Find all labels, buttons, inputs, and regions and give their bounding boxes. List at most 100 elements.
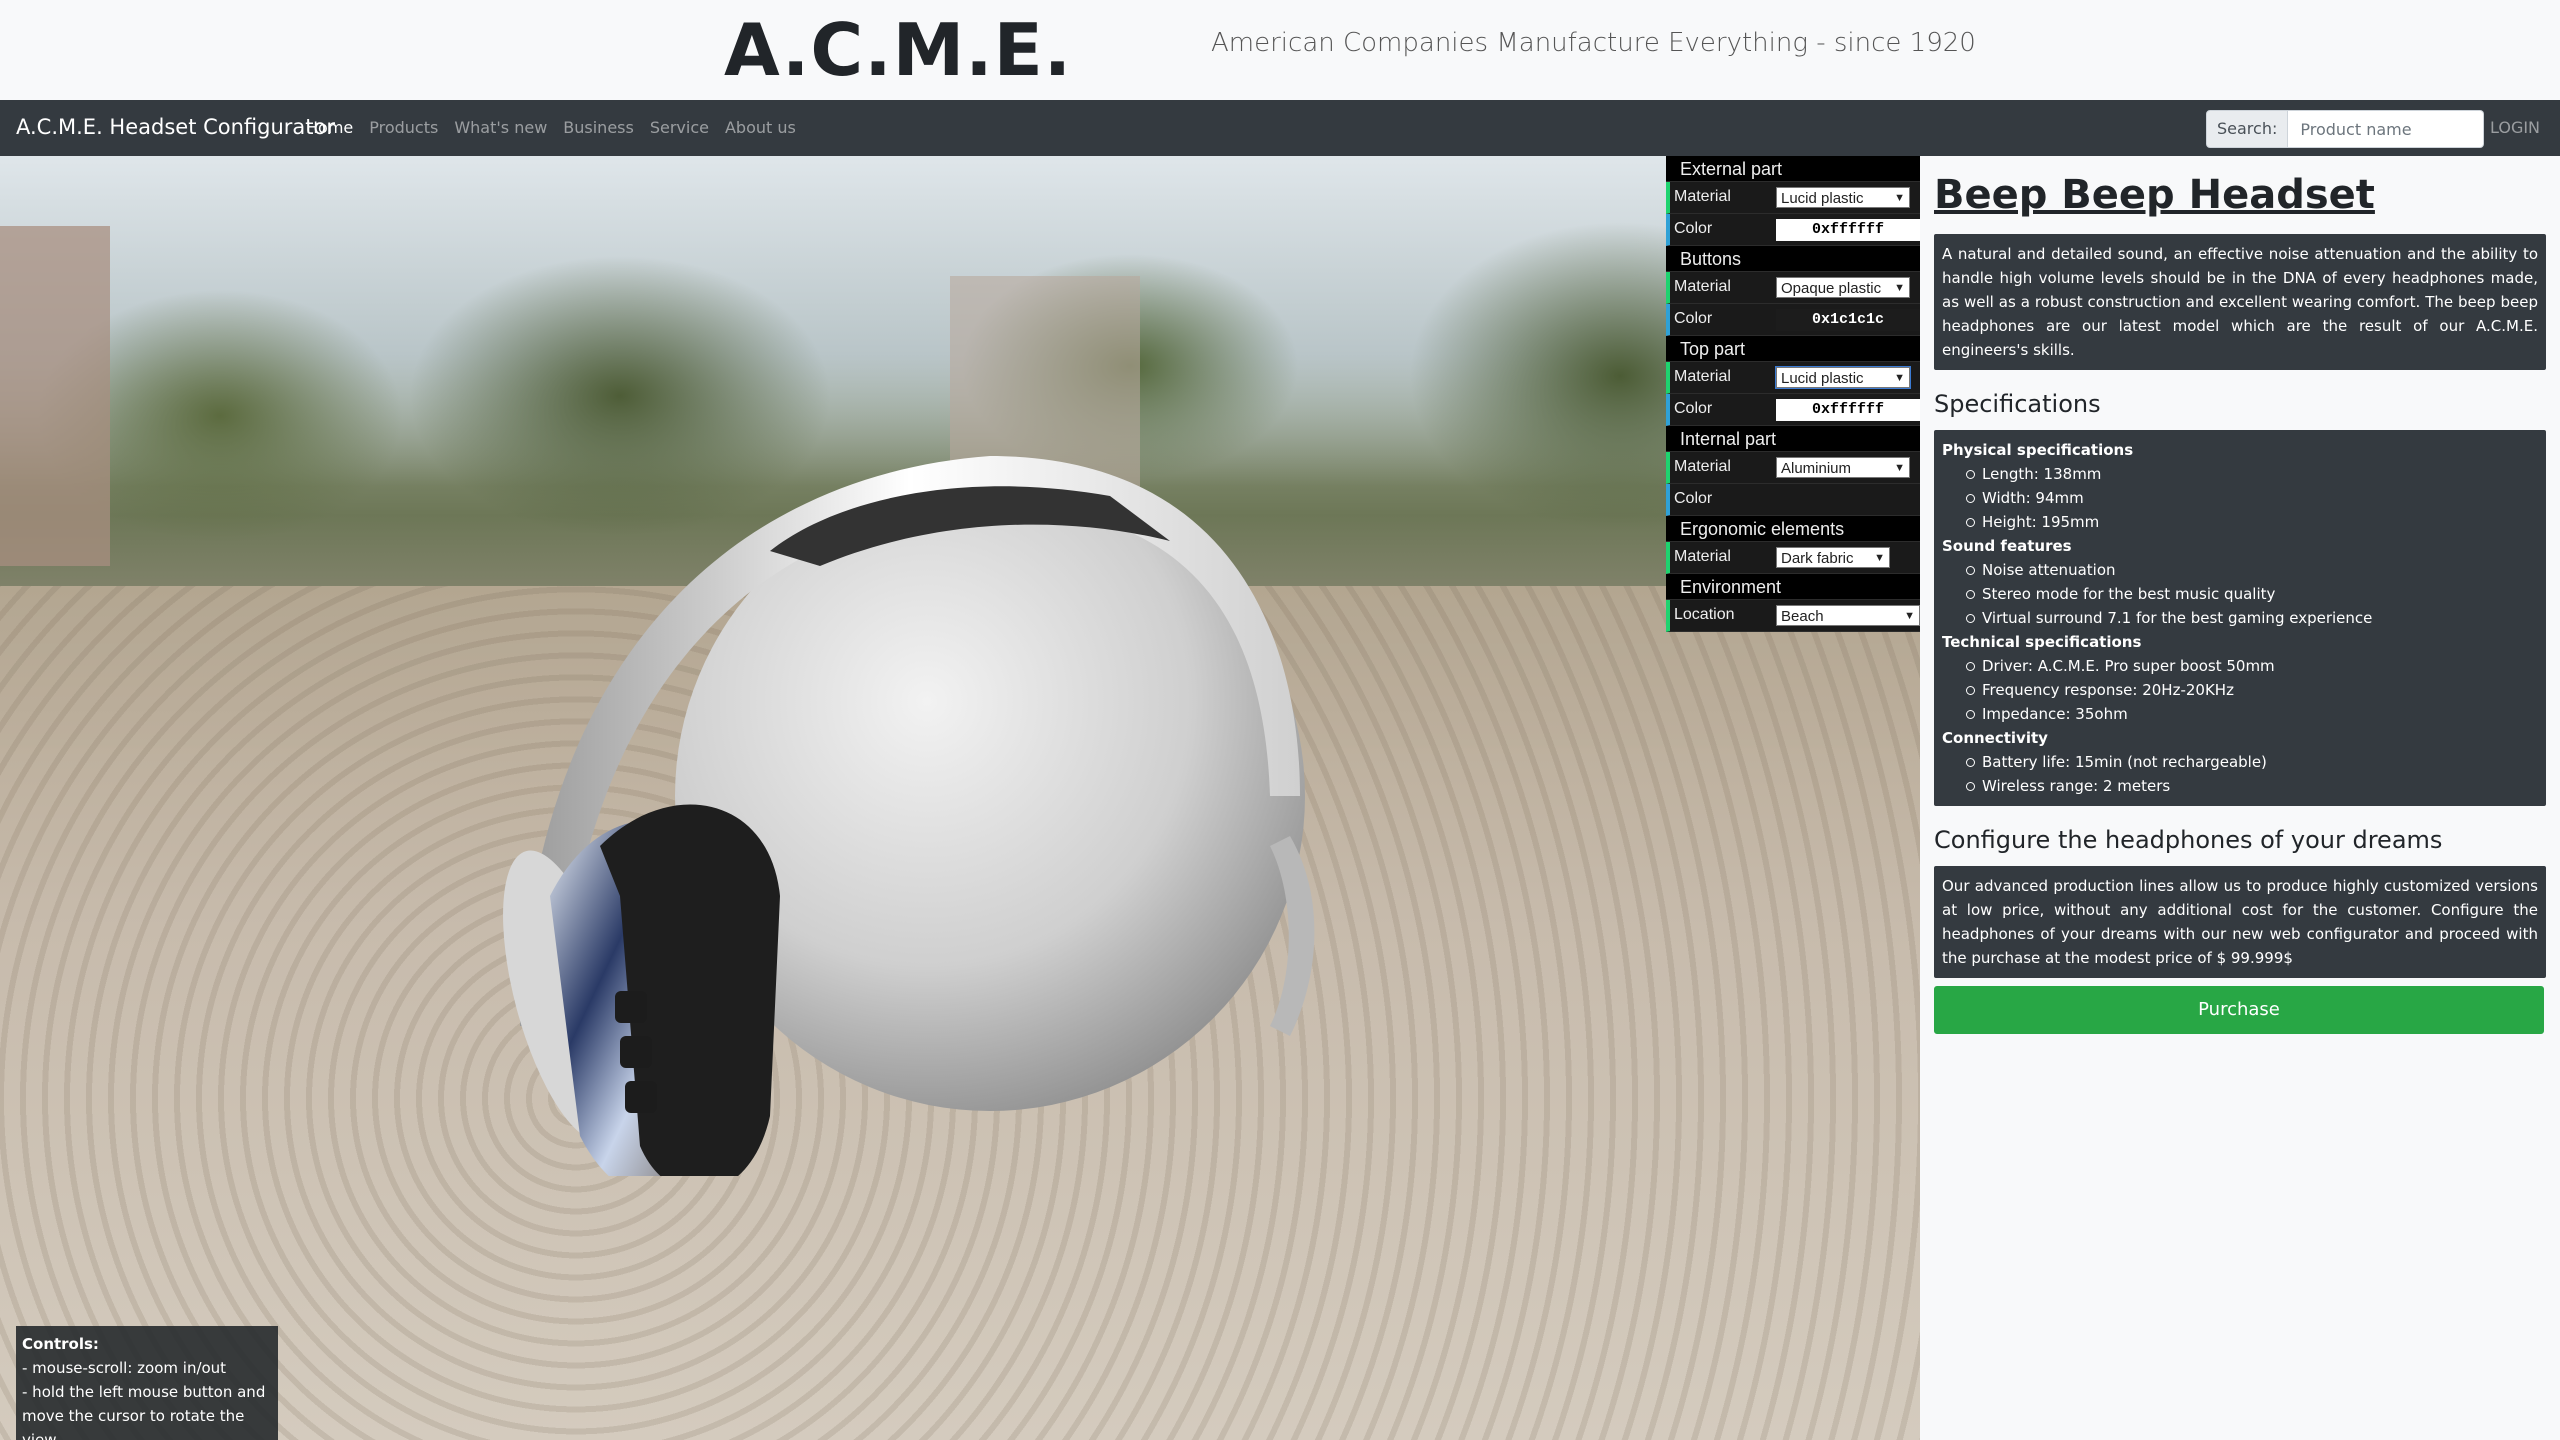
material-label: Material [1674,548,1731,565]
internal-material-row: Material Aluminium ▼ [1666,452,1920,484]
location-label: Location [1674,606,1735,623]
purchase-button[interactable]: Purchase [1934,986,2544,1034]
top-navbar: A.C.M.E. Headset Configurator Home Produ… [0,100,2560,156]
folder-buttons[interactable]: Buttons [1666,246,1920,272]
list-item: Noise attenuation [1966,558,2538,582]
color-label: Color [1674,310,1713,327]
spec-list: Length: 138mm Width: 94mm Height: 195mm [1942,462,2538,534]
configure-text: Our advanced production lines allow us t… [1934,866,2546,978]
buttons-material-select[interactable]: Opaque plastic ▼ [1776,277,1910,298]
spec-list: Battery life: 15min (not rechargeable) W… [1942,750,2538,798]
top-color-input[interactable]: 0xffffff [1776,399,1920,421]
select-value: Aluminium [1781,460,1852,477]
top-material-select[interactable]: Lucid plastic ▼ [1775,366,1911,389]
external-material-row: Material Lucid plastic ▼ [1666,182,1920,214]
color-label: Color [1674,220,1713,237]
site-logo: A.C.M.E. [724,8,1073,92]
controls-title: Controls: [22,1335,99,1353]
buttons-color-row: Color 0x1c1c1c [1666,304,1920,336]
list-item: Wireless range: 2 meters [1966,774,2538,798]
color-label: Color [1674,400,1713,417]
navbar-brand[interactable]: A.C.M.E. Headset Configurator [16,115,335,139]
headset-model[interactable] [470,376,1370,1200]
material-label: Material [1674,188,1731,205]
folder-internal-part[interactable]: Internal part [1666,426,1920,452]
material-label: Material [1674,368,1731,385]
top-color-row: Color 0xffffff [1666,394,1920,426]
spec-list: Driver: A.C.M.E. Pro super boost 50mm Fr… [1942,654,2538,726]
material-label: Material [1674,278,1731,295]
nav-link-home[interactable]: Home [306,118,353,137]
spec-group-title: Physical specifications [1942,441,2134,459]
configure-heading: Configure the headphones of your dreams [1934,826,2443,854]
list-item: Width: 94mm [1966,486,2538,510]
list-item: Driver: A.C.M.E. Pro super boost 50mm [1966,654,2538,678]
folder-external-part[interactable]: External part [1666,156,1920,182]
ergonomic-material-select[interactable]: Dark fabric ▼ [1776,547,1890,568]
search-label: Search: [2206,110,2289,148]
external-material-select[interactable]: Lucid plastic ▼ [1776,187,1910,208]
login-link[interactable]: LOGIN [2490,118,2540,137]
specs-heading: Specifications [1934,390,2101,418]
list-item: Stereo mode for the best music quality [1966,582,2538,606]
list-item: Impedance: 35ohm [1966,702,2538,726]
specs-box: Physical specifications Length: 138mm Wi… [1934,430,2546,806]
list-item: Frequency response: 20Hz-20KHz [1966,678,2538,702]
select-value: Beach [1781,608,1824,625]
buttons-material-row: Material Opaque plastic ▼ [1666,272,1920,304]
nav-link-service[interactable]: Service [650,118,709,137]
environment-location-row: Location Beach ▼ [1666,600,1920,632]
nav-links: Home Products What's new Business Servic… [306,118,796,137]
chevron-down-icon: ▼ [1894,372,1905,384]
folder-environment[interactable]: Environment [1666,574,1920,600]
spec-group-title: Connectivity [1942,729,2048,747]
environment-location-select[interactable]: Beach ▼ [1776,605,1920,626]
search-group: Search: [2206,110,2485,148]
list-item: Battery life: 15min (not rechargeable) [1966,750,2538,774]
product-description: A natural and detailed sound, an effecti… [1934,234,2546,370]
headset-button [615,991,647,1023]
nav-link-business[interactable]: Business [563,118,634,137]
external-color-row: Color 0xffffff [1666,214,1920,246]
site-tagline: American Companies Manufacture Everythin… [1211,28,1976,58]
internal-material-select[interactable]: Aluminium ▼ [1776,457,1910,478]
list-item: Length: 138mm [1966,462,2538,486]
chevron-down-icon: ▼ [1904,610,1915,622]
list-item: Virtual surround 7.1 for the best gaming… [1966,606,2538,630]
nav-link-products[interactable]: Products [369,118,438,137]
headset-button [625,1081,657,1113]
nav-link-whats-new[interactable]: What's new [454,118,547,137]
chevron-down-icon: ▼ [1894,192,1905,204]
color-label: Color [1674,490,1713,507]
material-label: Material [1674,458,1731,475]
controls-line: - mouse-scroll: zoom in/out [22,1359,227,1377]
controls-line: - hold the left mouse button and [22,1383,266,1401]
product-title: Beep Beep Headset [1934,172,2375,218]
ergonomic-material-row: Material Dark fabric ▼ [1666,542,1920,574]
folder-ergonomic-elements[interactable]: Ergonomic elements [1666,516,1920,542]
list-item: Height: 195mm [1966,510,2538,534]
spec-group-title: Technical specifications [1942,633,2142,651]
nav-link-about-us[interactable]: About us [725,118,796,137]
select-value: Dark fabric [1781,550,1854,567]
background-building [0,226,110,566]
spec-group-title: Sound features [1942,537,2072,555]
product-info-panel: Beep Beep Headset A natural and detailed… [1920,156,2560,1440]
chevron-down-icon: ▼ [1894,282,1905,294]
controls-help: Controls: - mouse-scroll: zoom in/out - … [16,1326,278,1440]
external-color-input[interactable]: 0xffffff [1776,219,1920,241]
buttons-color-input[interactable]: 0x1c1c1c [1776,309,1920,331]
folder-top-part[interactable]: Top part [1666,336,1920,362]
config-panel: External part Material Lucid plastic ▼ C… [1666,156,1920,632]
top-material-row: Material Lucid plastic ▼ [1666,362,1920,394]
controls-line: move the cursor to rotate the view [22,1407,245,1440]
headset-button [620,1036,652,1068]
select-value: Lucid plastic [1781,370,1864,387]
chevron-down-icon: ▼ [1894,462,1905,474]
chevron-down-icon: ▼ [1874,552,1885,564]
site-banner: A.C.M.E. American Companies Manufacture … [0,0,2560,100]
3d-viewport[interactable]: Controls: - mouse-scroll: zoom in/out - … [0,156,1920,1440]
internal-color-row: Color [1666,484,1920,516]
search-input[interactable] [2288,110,2485,148]
select-value: Lucid plastic [1781,190,1864,207]
